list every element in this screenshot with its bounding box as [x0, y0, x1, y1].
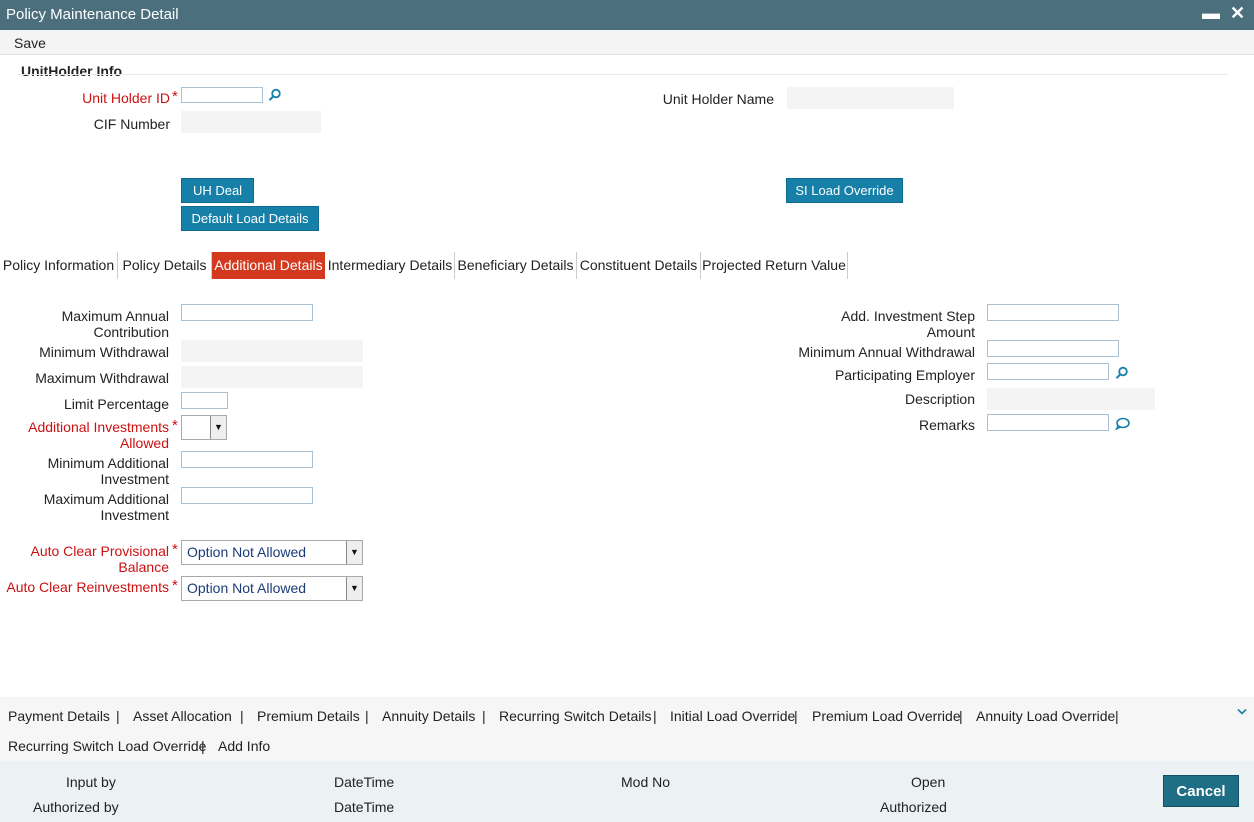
default-load-details-button[interactable]: Default Load Details: [181, 206, 319, 231]
close-icon[interactable]: ✕: [1230, 3, 1245, 24]
link-separator: |: [959, 708, 963, 724]
input-by-label: Input by: [66, 774, 116, 790]
chevron-down-icon[interactable]: [1237, 703, 1247, 719]
link-separator: |: [1115, 708, 1119, 724]
tab-projected-return-value[interactable]: Projected Return Value: [701, 252, 848, 279]
limit-percentage-label: Limit Percentage: [63, 396, 169, 412]
link-premium-load-override[interactable]: Premium Load Override: [812, 708, 961, 724]
auto-clear-reinvestments-label: Auto Clear Reinvestments: [6, 579, 169, 595]
toolbar: Save: [0, 30, 1254, 55]
required-marker: *: [172, 417, 178, 434]
link-annuity-details[interactable]: Annuity Details: [382, 708, 475, 724]
link-annuity-load-override[interactable]: Annuity Load Override: [976, 708, 1115, 724]
unit-holder-id-input[interactable]: [181, 87, 263, 103]
min-additional-investment-label: Minimum Additional Investment: [47, 455, 169, 487]
footer-links-bar: Payment Details | Asset Allocation | Pre…: [0, 697, 1254, 761]
unit-holder-id-label: Unit Holder ID: [82, 90, 170, 106]
auto-clear-reinvestments-select[interactable]: Option Not Allowed ▼: [181, 576, 363, 601]
remarks-input[interactable]: [987, 414, 1109, 431]
required-marker: *: [172, 577, 178, 594]
chevron-down-icon: ▼: [346, 541, 362, 564]
chevron-down-icon: ▼: [346, 577, 362, 600]
mod-no-label: Mod No: [621, 774, 671, 790]
additional-investments-allowed-label: Additional Investments Allowed: [28, 419, 169, 451]
save-button[interactable]: Save: [14, 35, 46, 51]
chevron-down-icon: ▼: [210, 416, 226, 439]
link-separator: |: [240, 708, 244, 724]
tab-policy-details[interactable]: Policy Details: [118, 252, 212, 279]
uh-deal-button[interactable]: UH Deal: [181, 178, 254, 203]
select-value: Option Not Allowed: [187, 580, 307, 596]
window-title: Policy Maintenance Detail: [6, 6, 179, 23]
link-recurring-switch-details[interactable]: Recurring Switch Details: [499, 708, 652, 724]
max-withdrawal-label: Maximum Withdrawal: [35, 370, 169, 386]
tab-additional-details[interactable]: Additional Details: [212, 252, 325, 279]
max-annual-contribution-input[interactable]: [181, 304, 313, 321]
participating-employer-label: Participating Employer: [834, 367, 975, 383]
window-titlebar: Policy Maintenance Detail ▬ ✕: [0, 0, 1254, 30]
required-marker: *: [172, 88, 178, 105]
tab-beneficiary-details[interactable]: Beneficiary Details: [455, 252, 577, 279]
link-asset-allocation[interactable]: Asset Allocation: [133, 708, 232, 724]
max-withdrawal-field: [181, 366, 363, 388]
participating-employer-input[interactable]: [987, 363, 1109, 380]
search-icon[interactable]: [1115, 366, 1129, 383]
add-investment-step-input[interactable]: [987, 304, 1119, 321]
cif-number-field: [181, 111, 321, 133]
audit-bar: Input by DateTime Mod No Open Authorized…: [0, 761, 1254, 822]
link-separator: |: [482, 708, 486, 724]
remarks-label: Remarks: [918, 417, 975, 433]
datetime-label: DateTime: [334, 799, 395, 815]
authorized-status-label: Authorized: [880, 799, 947, 815]
link-separator: |: [365, 708, 369, 724]
min-withdrawal-field: [181, 340, 363, 362]
section-title-unitholder: UnitHolder Info: [21, 63, 123, 79]
description-field: [987, 388, 1155, 410]
minimize-icon[interactable]: ▬: [1202, 3, 1220, 24]
unit-holder-name-label: Unit Holder Name: [662, 91, 774, 107]
link-separator: |: [201, 738, 205, 754]
unit-holder-name-field: [787, 87, 954, 109]
tab-constituent-details[interactable]: Constituent Details: [577, 252, 701, 279]
link-add-info[interactable]: Add Info: [218, 738, 270, 754]
si-load-override-button[interactable]: SI Load Override: [786, 178, 903, 203]
authorized-by-label: Authorized by: [33, 799, 119, 815]
auto-clear-provisional-select[interactable]: Option Not Allowed ▼: [181, 540, 363, 565]
link-premium-details[interactable]: Premium Details: [257, 708, 360, 724]
min-annual-withdrawal-label: Minimum Annual Withdrawal: [798, 344, 975, 360]
min-additional-investment-input[interactable]: [181, 451, 313, 468]
select-value: Option Not Allowed: [187, 544, 307, 560]
max-additional-investment-label: Maximum Additional Investment: [43, 491, 169, 523]
link-separator: |: [653, 708, 657, 724]
link-payment-details[interactable]: Payment Details: [8, 708, 110, 724]
cif-number-label: CIF Number: [93, 116, 170, 132]
link-separator: |: [794, 708, 798, 724]
datetime-label: DateTime: [334, 774, 395, 790]
section-divider: [18, 74, 1228, 75]
max-additional-investment-input[interactable]: [181, 487, 313, 504]
auto-clear-provisional-label: Auto Clear Provisional Balance: [30, 543, 169, 575]
link-separator: |: [116, 708, 120, 724]
link-recurring-switch-load-override[interactable]: Recurring Switch Load Override: [8, 738, 206, 754]
max-annual-contribution-label: Maximum Annual Contribution: [61, 308, 169, 340]
cancel-button[interactable]: Cancel: [1163, 775, 1239, 807]
required-marker: *: [172, 541, 178, 558]
limit-percentage-input[interactable]: [181, 392, 228, 409]
tab-intermediary-details[interactable]: Intermediary Details: [326, 252, 455, 279]
open-status-label: Open: [911, 774, 946, 790]
tab-policy-information[interactable]: Policy Information: [0, 252, 118, 279]
search-icon[interactable]: [268, 88, 282, 105]
speech-bubble-icon[interactable]: [1114, 417, 1130, 433]
add-investment-step-label: Add. Investment Step Amount: [841, 308, 975, 340]
min-withdrawal-label: Minimum Withdrawal: [39, 344, 169, 360]
additional-investments-allowed-select[interactable]: ▼: [181, 415, 227, 440]
link-initial-load-override[interactable]: Initial Load Override: [670, 708, 795, 724]
min-annual-withdrawal-input[interactable]: [987, 340, 1119, 357]
description-label: Description: [904, 391, 975, 407]
